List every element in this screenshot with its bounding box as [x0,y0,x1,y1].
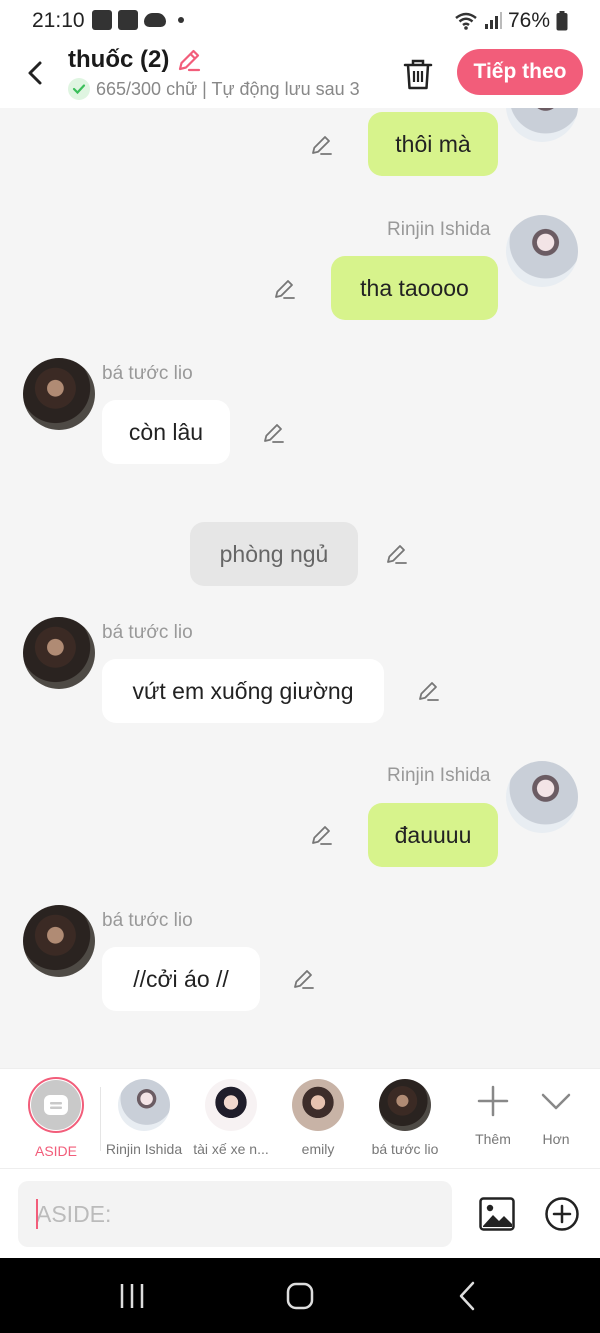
recents-icon [120,1284,144,1308]
system-nav-bar [0,1258,600,1333]
sender-name: bá tước lio [102,622,193,643]
home-button[interactable] [282,1278,318,1314]
character-taixe[interactable]: tài xế xe n... [191,1069,271,1169]
add-button[interactable] [544,1196,580,1232]
message-bubble[interactable]: thôi mà [368,112,498,176]
input-bar [0,1168,600,1258]
notification-icons [92,10,184,30]
edit-message-button[interactable] [272,276,298,302]
next-button[interactable]: Tiếp theo [457,49,583,95]
word-count-status: 665/300 chữ | Tự động lưu sau 3 [96,78,360,99]
message-bubble[interactable]: tha taoooo [331,256,498,320]
sender-name: Rinjin Ishida [387,219,491,240]
aside-bubble[interactable]: phòng ngủ [190,522,358,586]
battery-icon [556,11,568,31]
message-input[interactable] [18,1181,452,1247]
avatar-rinjin[interactable] [506,761,578,833]
dot-icon [178,17,184,23]
trash-icon [403,59,433,90]
edit-message-button[interactable] [291,966,317,992]
wifi-icon [454,12,478,30]
pencil-icon [419,682,439,701]
image-icon [479,1197,515,1231]
gallery-icon [92,10,112,30]
pencil-icon [312,826,332,845]
chat-area[interactable]: thôi mà Rinjin Ishida tha taoooo bá tước… [0,108,600,1068]
avatar [379,1079,431,1131]
avatar [205,1079,257,1131]
chevron-left-icon [459,1281,475,1311]
back-button[interactable] [18,56,52,90]
media-icon [118,10,138,30]
status-bar: 21:10 76% [0,0,600,44]
message-bubble[interactable]: đauuuu [368,803,498,867]
character-aside[interactable]: ASIDE [16,1069,96,1169]
avatar-lio[interactable] [23,617,95,689]
home-icon [286,1282,314,1310]
character-rinjin[interactable]: Rinjin Ishida [104,1069,184,1169]
edit-title-button[interactable] [175,46,203,74]
edit-message-button[interactable] [261,420,287,446]
avatar-lio[interactable] [23,358,95,430]
pencil-icon [275,280,295,299]
page-title: thuốc (2) [68,46,170,73]
edit-message-button[interactable] [309,822,335,848]
character-lio[interactable]: bá tước lio [365,1069,445,1169]
avatar [118,1079,170,1131]
edit-message-button[interactable] [384,541,410,567]
sender-name: Rinjin Ishida [387,765,491,786]
pencil-icon [387,545,407,564]
pencil-icon [179,49,201,72]
avatar-rinjin[interactable] [506,215,578,287]
chevron-left-icon [28,61,42,85]
character-selector: ASIDE Rinjin Ishida tài xế xe n... emily… [0,1068,600,1168]
pencil-icon [312,136,332,155]
add-character-button[interactable]: Thêm [463,1069,523,1169]
recent-apps-button[interactable] [114,1278,150,1314]
delete-button[interactable] [398,54,438,94]
edit-message-button[interactable] [416,678,442,704]
sender-name: bá tước lio [102,910,193,931]
character-emily[interactable]: emily [278,1069,358,1169]
avatar [292,1079,344,1131]
check-icon [68,78,90,100]
status-time: 21:10 [32,9,85,32]
avatar-lio[interactable] [23,905,95,977]
message-bubble[interactable]: //cởi áo // [102,947,260,1011]
sender-name: bá tước lio [102,363,193,384]
plus-circle-icon [545,1197,579,1231]
chevron-down-icon [541,1093,571,1110]
system-icons: 76% [454,9,568,33]
more-button[interactable]: Hơn [526,1069,586,1169]
system-back-button[interactable] [450,1278,486,1314]
divider [100,1087,101,1151]
title-block: thuốc (2) 665/300 chữ | Tự động lưu sau … [68,46,378,100]
cloud-icon [144,13,166,27]
plus-icon [477,1085,509,1117]
message-bubble[interactable]: vứt em xuống giường [102,659,384,723]
avatar-rinjin[interactable] [506,108,578,142]
signal-icon [484,12,502,30]
text-cursor [36,1199,38,1229]
insert-image-button[interactable] [478,1195,516,1233]
aside-icon [44,1095,68,1115]
pencil-icon [294,970,314,989]
pencil-icon [264,424,284,443]
top-bar: thuốc (2) 665/300 chữ | Tự động lưu sau … [0,44,600,108]
message-bubble[interactable]: còn lâu [102,400,230,464]
battery-percent: 76% [507,9,550,32]
edit-message-button[interactable] [309,132,335,158]
